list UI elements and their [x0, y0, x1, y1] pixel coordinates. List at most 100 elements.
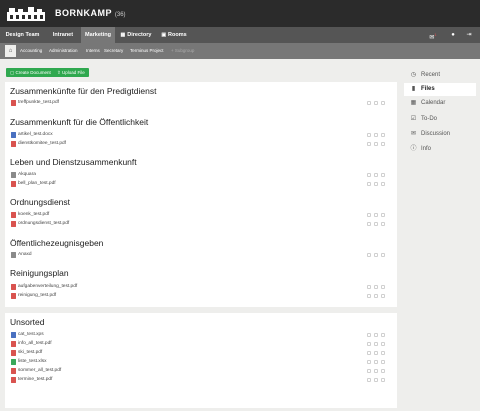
- delete-icon[interactable]: [381, 378, 385, 382]
- delete-icon[interactable]: [381, 182, 385, 186]
- edit-icon[interactable]: [367, 342, 371, 346]
- delete-icon[interactable]: [381, 133, 385, 137]
- move-icon[interactable]: [374, 253, 378, 257]
- nav-item-rooms[interactable]: ▣ Rooms: [157, 27, 191, 43]
- subnav-item-interns[interactable]: Interns: [86, 43, 100, 59]
- delete-icon[interactable]: [381, 351, 385, 355]
- clock-icon: ◷: [410, 72, 417, 78]
- subnav-item-terminus-project[interactable]: Terminus Project: [130, 43, 164, 59]
- file-row[interactable]: aufgabenverteilung_test.pdf: [11, 283, 391, 291]
- brand-name[interactable]: BORNKAMP (36): [55, 8, 126, 18]
- delete-icon[interactable]: [381, 213, 385, 217]
- file-row[interactable]: artikel_test.docx: [11, 131, 391, 139]
- move-icon[interactable]: [374, 378, 378, 382]
- edit-icon[interactable]: [367, 182, 371, 186]
- delete-icon[interactable]: [381, 222, 385, 226]
- delete-icon[interactable]: [381, 342, 385, 346]
- move-icon[interactable]: [374, 101, 378, 105]
- upload-file-button[interactable]: ⇧ Upload File: [53, 68, 89, 77]
- subnav-item-accounting[interactable]: Accounting: [20, 43, 42, 59]
- edit-icon[interactable]: [367, 253, 371, 257]
- edit-icon[interactable]: [367, 142, 371, 146]
- file-row[interactable]: bell_plan_test.pdf: [11, 180, 391, 188]
- nav-item-design-team[interactable]: Design Team: [0, 27, 45, 43]
- calendar-icon: ▦: [410, 100, 417, 106]
- move-icon[interactable]: [374, 142, 378, 146]
- edit-icon[interactable]: [367, 213, 371, 217]
- move-icon[interactable]: [374, 294, 378, 298]
- file-row[interactable]: cat_test.xps: [11, 331, 391, 339]
- file-row[interactable]: dienstkomitee_test.pdf: [11, 140, 391, 148]
- delete-icon[interactable]: [381, 369, 385, 373]
- mail-badge: 1: [434, 32, 437, 37]
- move-icon[interactable]: [374, 369, 378, 373]
- sidebar-item-calendar[interactable]: ▦ Calendar: [404, 97, 476, 110]
- nav-item-directory[interactable]: ▦ Directory: [115, 27, 157, 43]
- pdf-file-icon: [11, 293, 16, 299]
- delete-icon[interactable]: [381, 294, 385, 298]
- nav-item-intranet[interactable]: Intranet: [45, 27, 81, 43]
- move-icon[interactable]: [374, 285, 378, 289]
- edit-icon[interactable]: [367, 378, 371, 382]
- move-icon[interactable]: [374, 351, 378, 355]
- delete-icon[interactable]: [381, 360, 385, 364]
- file-row[interactable]: koenk_test.pdf: [11, 211, 391, 219]
- edit-icon[interactable]: [367, 351, 371, 355]
- move-icon[interactable]: [374, 222, 378, 226]
- logout-button[interactable]: ⇥: [462, 27, 476, 43]
- home-button[interactable]: ⌂: [5, 45, 16, 57]
- file-row[interactable]: info_all_test.pdf: [11, 340, 391, 348]
- move-icon[interactable]: [374, 182, 378, 186]
- edit-icon[interactable]: [367, 285, 371, 289]
- file-row[interactable]: Anaxd: [11, 251, 391, 259]
- sidebar-item-info[interactable]: ⓘ Info: [404, 143, 476, 156]
- subnav-item-administration[interactable]: Administration: [49, 43, 78, 59]
- nav-item-marketing[interactable]: Marketing: [81, 27, 115, 43]
- file-row[interactable]: liste_test.xlsx: [11, 358, 391, 366]
- edit-icon[interactable]: [367, 222, 371, 226]
- move-icon[interactable]: [374, 342, 378, 346]
- file-name: treffpunkte_test.pdf: [18, 100, 59, 105]
- user-menu-button[interactable]: ●: [446, 27, 460, 43]
- file-row[interactable]: ski_test.pdf: [11, 349, 391, 357]
- delete-icon[interactable]: [381, 253, 385, 257]
- create-document-button[interactable]: ▢ Create Document: [6, 68, 55, 77]
- delete-icon[interactable]: [381, 285, 385, 289]
- edit-icon[interactable]: [367, 133, 371, 137]
- delete-icon[interactable]: [381, 142, 385, 146]
- sidebar-item-todo[interactable]: ☑ To-Do: [404, 113, 476, 126]
- mail-button[interactable]: ✉1: [426, 27, 440, 43]
- sidebar-item-files[interactable]: ▮ Files: [404, 83, 476, 96]
- file-row[interactable]: reinigung_test.pdf: [11, 292, 391, 300]
- file-row[interactable]: Akquara: [11, 171, 391, 179]
- file-actions: [367, 331, 391, 339]
- move-icon[interactable]: [374, 360, 378, 364]
- logo-icon[interactable]: [6, 6, 46, 22]
- pdf-file-icon: [11, 368, 16, 374]
- edit-icon[interactable]: [367, 101, 371, 105]
- sidebar-item-recent[interactable]: ◷ Recent: [404, 69, 476, 82]
- sidebar-item-discussion[interactable]: ✉ Discussion: [404, 128, 476, 141]
- pdf-file-icon: [11, 212, 16, 218]
- edit-icon[interactable]: [367, 360, 371, 364]
- file-row[interactable]: termine_test.pdf: [11, 376, 391, 384]
- doc-file-icon: [11, 132, 16, 138]
- move-icon[interactable]: [374, 133, 378, 137]
- subnav-item-secretary[interactable]: Secretary: [104, 43, 123, 59]
- move-icon[interactable]: [374, 173, 378, 177]
- file-row[interactable]: ordnungsdienst_test.pdf: [11, 220, 391, 228]
- edit-icon[interactable]: [367, 333, 371, 337]
- edit-icon[interactable]: [367, 294, 371, 298]
- book-icon: ▦: [120, 32, 126, 38]
- folder-icon: ▮: [411, 86, 416, 92]
- delete-icon[interactable]: [381, 101, 385, 105]
- delete-icon[interactable]: [381, 333, 385, 337]
- move-icon[interactable]: [374, 213, 378, 217]
- file-row[interactable]: sommer_all_test.pdf: [11, 367, 391, 375]
- delete-icon[interactable]: [381, 173, 385, 177]
- edit-icon[interactable]: [367, 369, 371, 373]
- file-row[interactable]: treffpunkte_test.pdf: [11, 99, 391, 107]
- move-icon[interactable]: [374, 333, 378, 337]
- edit-icon[interactable]: [367, 173, 371, 177]
- subnav-item-label: Secretary: [104, 48, 124, 53]
